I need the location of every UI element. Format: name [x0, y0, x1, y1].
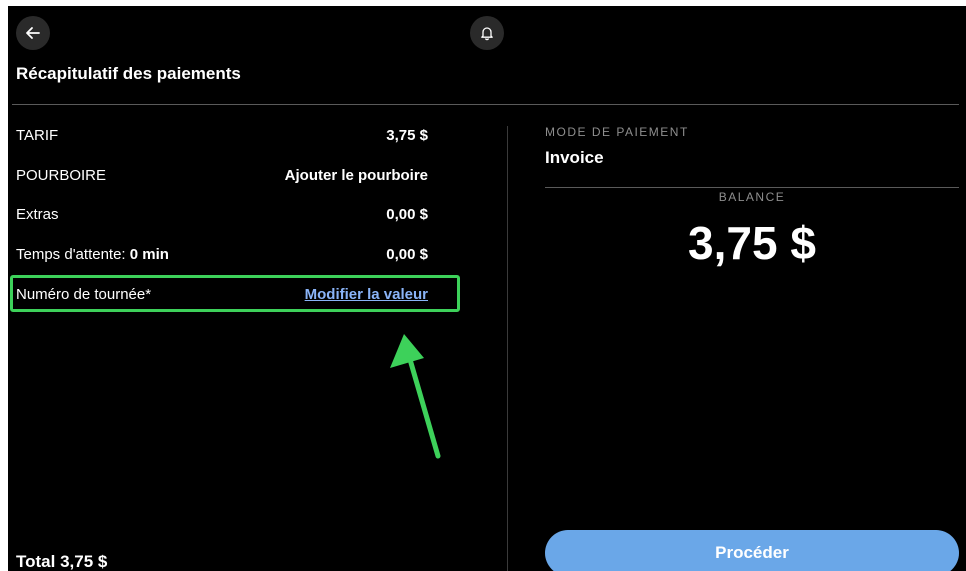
tip-row: POURBOIRE Ajouter le pourboire — [16, 163, 428, 187]
arrow-left-icon — [26, 27, 40, 39]
balance-amount: 3,75 $ — [688, 217, 816, 269]
annotation-arrow-icon — [390, 334, 441, 459]
waiting-time-row: Temps d'attente: 0 min 0,00 $ — [16, 242, 428, 266]
notifications-button[interactable] — [470, 16, 504, 50]
add-tip-button[interactable]: Ajouter le pourboire — [285, 167, 428, 184]
payment-summary-screen: Récapitulatif des paiements TARIF 3,75 $… — [8, 6, 966, 571]
total-line: Total 3,75 $ — [16, 552, 107, 571]
waiting-time-value: 0,00 $ — [386, 245, 428, 263]
route-number-row: Numéro de tournée* Modifier la valeur — [16, 282, 428, 306]
proceed-button[interactable]: Procéder — [545, 530, 959, 571]
bell-icon — [481, 27, 493, 41]
page-title: Récapitulatif des paiements — [16, 64, 241, 83]
payment-mode-value: Invoice — [545, 148, 604, 167]
extras-label: Extras — [16, 205, 59, 223]
tip-label: POURBOIRE — [16, 166, 107, 184]
payment-mode-label: MODE DE PAIEMENT — [545, 125, 689, 139]
back-button[interactable] — [16, 16, 50, 50]
total-label: Total — [16, 552, 56, 571]
edit-value-link[interactable]: Modifier la valeur — [305, 286, 428, 303]
extras-row: Extras 0,00 $ — [16, 202, 428, 226]
waiting-time-label: Temps d'attente: 0 min — [16, 246, 169, 263]
fare-label: TARIF — [16, 126, 59, 144]
route-number-label: Numéro de tournée* — [16, 285, 152, 303]
column-divider — [507, 126, 508, 571]
waiting-time-label-text: Temps d'attente: — [16, 245, 126, 263]
header-divider — [12, 104, 959, 105]
fare-row: TARIF 3,75 $ — [16, 123, 428, 147]
fare-value: 3,75 $ — [386, 126, 428, 144]
balance-label: BALANCE — [718, 190, 786, 204]
waiting-time-duration: 0 min — [129, 245, 169, 263]
total-value: 3,75 $ — [60, 552, 108, 571]
extras-value: 0,00 $ — [386, 205, 428, 223]
payment-divider — [545, 187, 959, 188]
